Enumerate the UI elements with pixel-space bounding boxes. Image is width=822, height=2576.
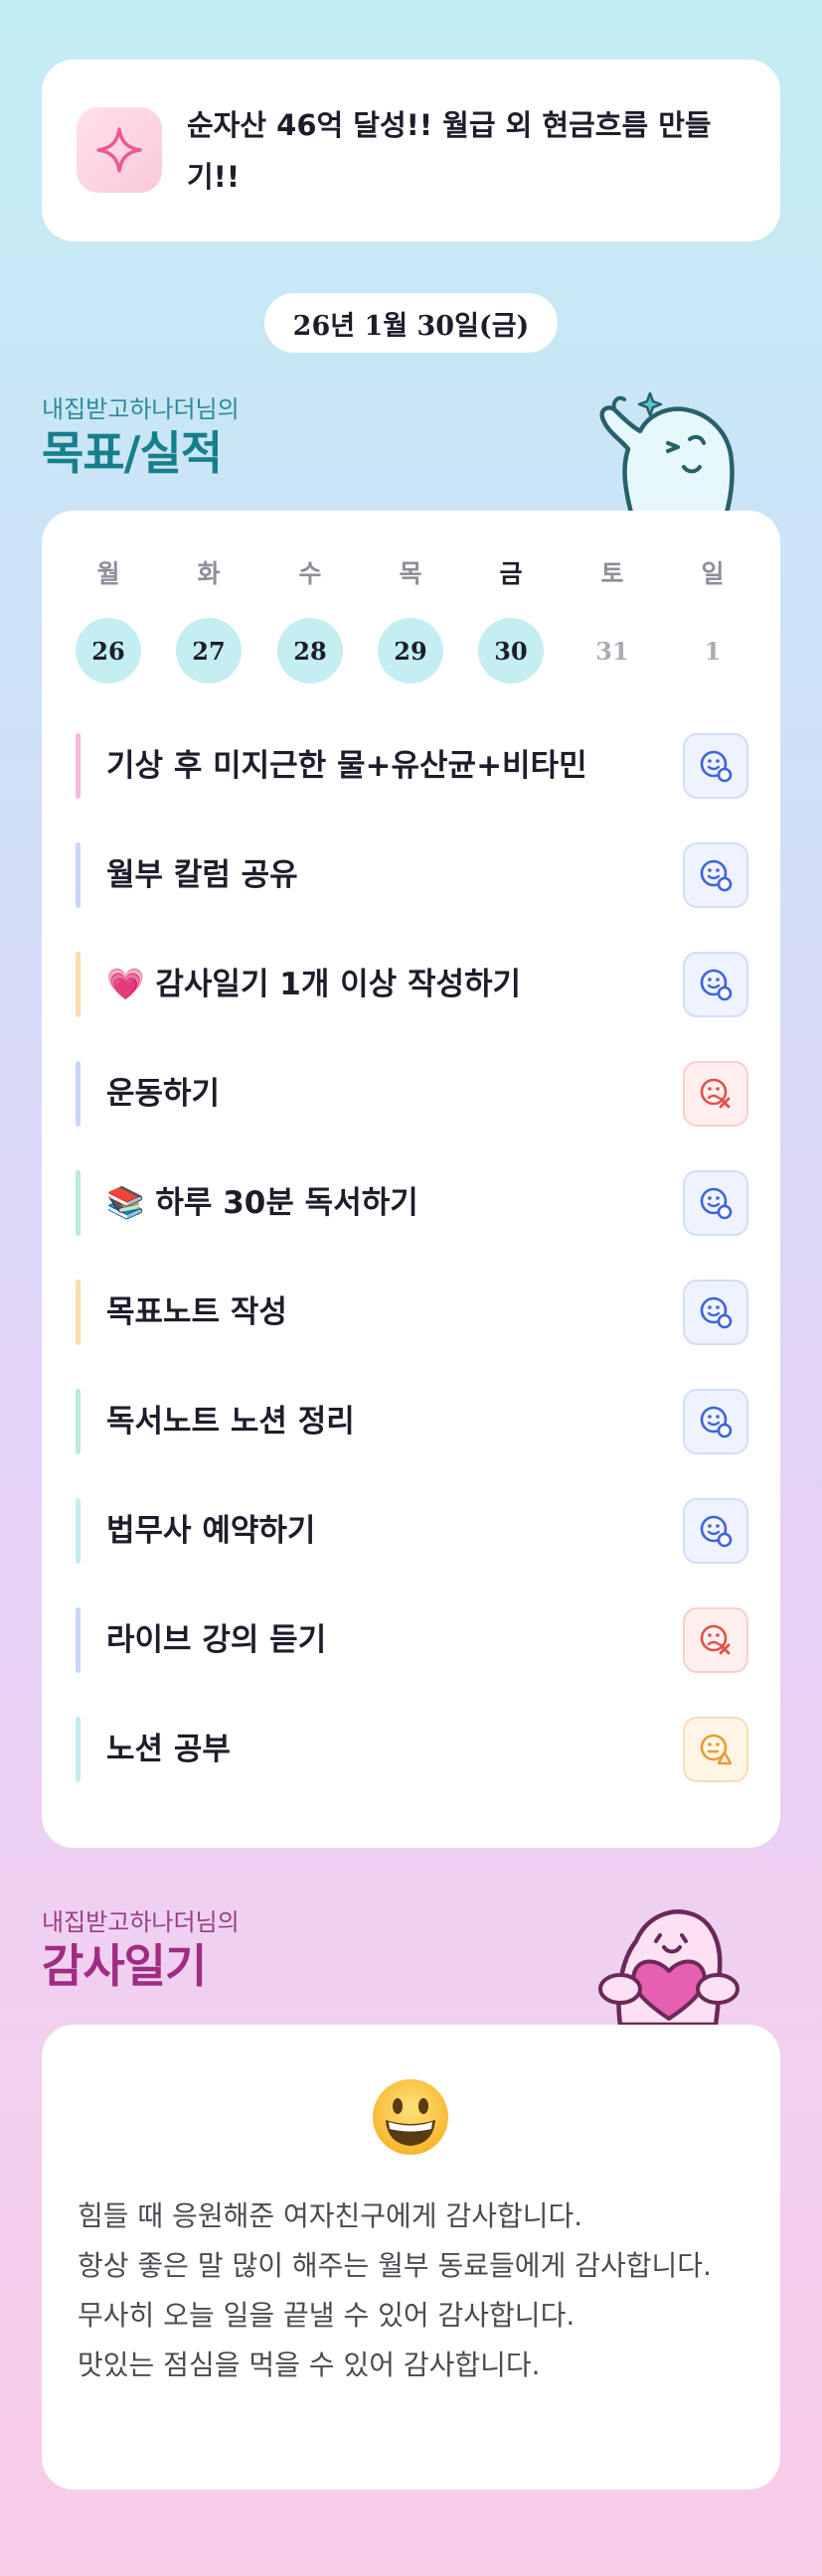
goals-section-title: 목표/실적	[42, 426, 223, 480]
status-done-icon[interactable]	[683, 1280, 748, 1345]
date-label[interactable]: 26년 1월 30일(금)	[264, 293, 558, 353]
day-button[interactable]: 26	[76, 618, 141, 683]
status-done-icon[interactable]	[683, 842, 748, 908]
task-label: 목표노트 작성	[106, 1294, 287, 1330]
task-label: 법무사 예약하기	[106, 1513, 316, 1549]
heart-mascot-icon	[586, 1897, 751, 2028]
weekday-label: 월	[96, 559, 120, 588]
task-item[interactable]: 월부 칼럼 공유	[76, 842, 748, 908]
grinning-face-icon	[370, 2076, 451, 2158]
task-item[interactable]: 독서노트 노션 정리	[76, 1389, 748, 1454]
thanks-line: 맛있는 점심을 먹을 수 있어 감사합니다.	[78, 2349, 541, 2381]
weekday-row: 월 화 수 목 금 토 일	[76, 554, 746, 594]
day-button[interactable]: 28	[277, 618, 343, 683]
weekday-label: 목	[399, 559, 422, 588]
weekday-label-today: 금	[499, 559, 523, 588]
goal-banner[interactable]: 순자산 46억 달성!! 월급 외 현금흐름 만들기!!	[42, 60, 780, 241]
task-item[interactable]: 법무사 예약하기	[76, 1498, 748, 1564]
task-color-bar	[76, 733, 81, 799]
task-label: 월부 칼럼 공유	[106, 857, 298, 893]
task-label: 운동하기	[106, 1076, 221, 1112]
task-color-bar	[76, 1389, 81, 1454]
status-done-icon[interactable]	[683, 1498, 748, 1564]
task-label: 💗 감사일기 1개 이상 작성하기	[106, 967, 522, 1002]
day-button[interactable]: 31	[579, 618, 645, 683]
task-label: 📚 하루 30분 독서하기	[106, 1185, 418, 1221]
weekday-label: 토	[600, 559, 624, 588]
ghost-mascot-icon	[592, 387, 741, 520]
status-done-icon[interactable]	[683, 1170, 748, 1236]
thanks-line: 항상 좋은 말 많이 해주는 월부 동료들에게 감사합니다.	[78, 2249, 712, 2282]
task-item[interactable]: 목표노트 작성	[76, 1280, 748, 1345]
task-label: 라이브 강의 듣기	[106, 1622, 327, 1658]
thanks-section-title: 감사일기	[42, 1939, 207, 1993]
status-partial-icon[interactable]	[683, 1717, 748, 1782]
task-color-bar	[76, 1717, 81, 1782]
day-button-today[interactable]: 30	[478, 618, 544, 683]
task-item[interactable]: 라이브 강의 듣기	[76, 1607, 748, 1673]
day-row: 26 27 28 29 30 31 1	[76, 618, 746, 685]
task-color-bar	[76, 1498, 81, 1564]
task-item[interactable]: 노션 공부	[76, 1717, 748, 1782]
goal-text: 순자산 46억 달성!! 월급 외 현금흐름 만들기!!	[187, 108, 712, 194]
task-label: 기상 후 미지근한 물+유산균+비타민	[106, 748, 587, 784]
status-fail-icon[interactable]	[683, 1061, 748, 1127]
task-item[interactable]: 운동하기	[76, 1061, 748, 1127]
status-done-icon[interactable]	[683, 1389, 748, 1454]
status-fail-icon[interactable]	[683, 1607, 748, 1673]
task-color-bar	[76, 1607, 81, 1673]
task-color-bar	[76, 1061, 81, 1127]
thanks-entries: 힘들 때 응원해준 여자친구에게 감사합니다. 항상 좋은 말 많이 해주는 월…	[78, 2192, 753, 2390]
task-item[interactable]: 기상 후 미지근한 물+유산균+비타민	[76, 733, 748, 799]
day-button[interactable]: 29	[378, 618, 443, 683]
status-done-icon[interactable]	[683, 733, 748, 799]
thanks-line: 힘들 때 응원해준 여자친구에게 감사합니다.	[78, 2199, 583, 2232]
goals-card: 월 화 수 목 금 토 일 26 27 28 29 30 31 1 기상 후 미…	[42, 511, 780, 1848]
task-item[interactable]: 📚 하루 30분 독서하기	[76, 1170, 748, 1236]
thanks-line: 무사히 오늘 일을 끝낼 수 있어 감사합니다.	[78, 2299, 575, 2332]
sparkle-icon	[77, 107, 162, 193]
task-label: 노션 공부	[106, 1732, 231, 1767]
weekday-label: 일	[701, 559, 725, 588]
task-item[interactable]: 💗 감사일기 1개 이상 작성하기	[76, 952, 748, 1017]
task-color-bar	[76, 1170, 81, 1236]
status-done-icon[interactable]	[683, 952, 748, 1017]
day-button[interactable]: 27	[176, 618, 242, 683]
task-color-bar	[76, 952, 81, 1017]
task-color-bar	[76, 842, 81, 908]
weekday-label: 화	[197, 559, 221, 588]
thanks-card: 힘들 때 응원해준 여자친구에게 감사합니다. 항상 좋은 말 많이 해주는 월…	[42, 2025, 780, 2490]
day-button[interactable]: 1	[680, 618, 745, 683]
task-color-bar	[76, 1280, 81, 1345]
weekday-label: 수	[298, 559, 322, 588]
task-label: 독서노트 노션 정리	[106, 1404, 355, 1440]
